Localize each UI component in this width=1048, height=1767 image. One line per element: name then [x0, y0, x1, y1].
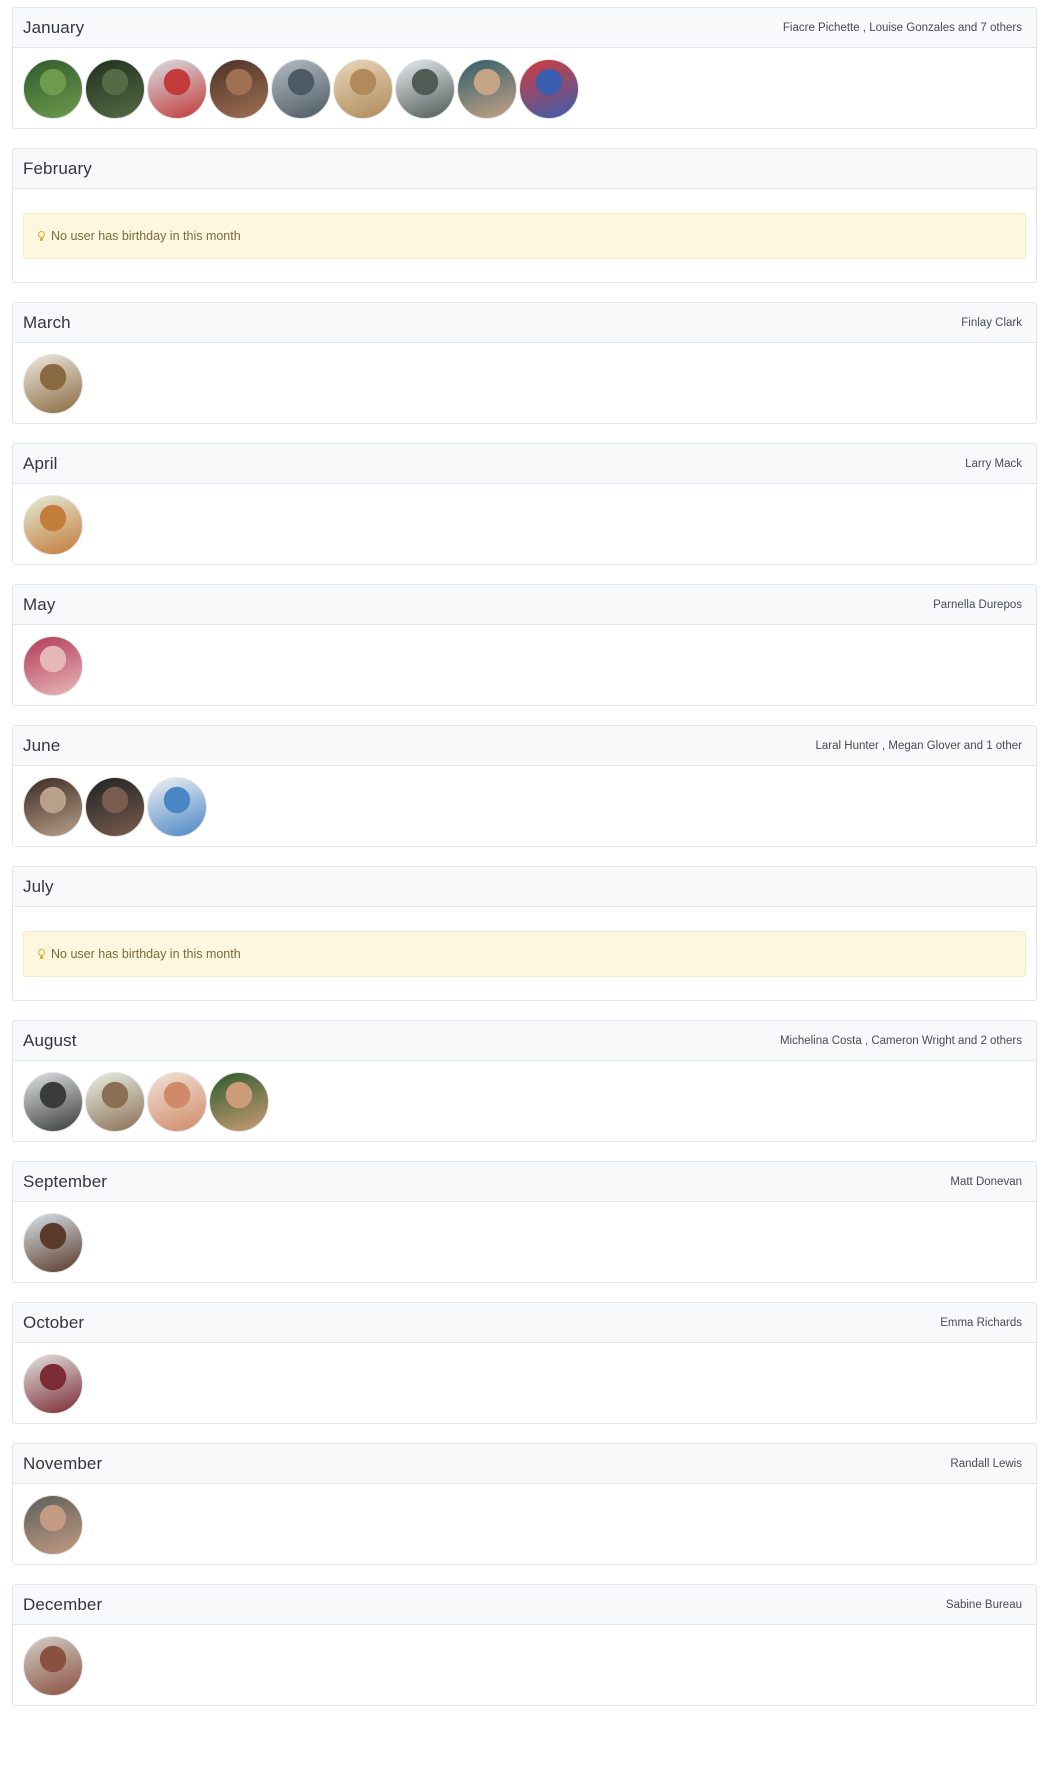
month-header: May Parnella Durepos	[13, 585, 1036, 625]
month-title: May	[23, 594, 56, 614]
month-title: April	[23, 453, 58, 473]
month-title: March	[23, 312, 71, 332]
month-header: September Matt Donevan	[13, 1162, 1036, 1202]
month-title: July	[23, 876, 54, 896]
avatar[interactable]	[209, 58, 269, 119]
month-title: August	[23, 1030, 77, 1050]
avatar[interactable]	[23, 494, 83, 555]
birthday-people-list[interactable]: Larry Mack	[965, 458, 1022, 470]
month-body	[13, 625, 1036, 705]
birthday-people-list[interactable]: Matt Donevan	[950, 1176, 1022, 1188]
alert-text: No user has birthday in this month	[51, 947, 241, 961]
month-header: June Laral Hunter , Megan Glover and 1 o…	[13, 726, 1036, 766]
month-header: February	[13, 149, 1036, 189]
month-header: July	[13, 867, 1036, 907]
month-title: October	[23, 1312, 85, 1332]
month-header: January Fiacre Pichette , Louise Gonzale…	[13, 8, 1036, 48]
month-body	[13, 1343, 1036, 1423]
month-header: November Randall Lewis	[13, 1444, 1036, 1484]
month-title: June	[23, 735, 61, 755]
month-header: August Michelina Costa , Cameron Wright …	[13, 1021, 1036, 1061]
month-header: October Emma Richards	[13, 1303, 1036, 1343]
month-body: No user has birthday in this month	[13, 189, 1036, 282]
avatar[interactable]	[23, 353, 83, 414]
month-card-january: January Fiacre Pichette , Louise Gonzale…	[12, 7, 1037, 129]
avatar[interactable]	[23, 1212, 83, 1273]
avatar[interactable]	[457, 58, 517, 119]
month-title: September	[23, 1171, 108, 1191]
avatar[interactable]	[519, 58, 579, 119]
birthday-people-list[interactable]: Parnella Durepos	[933, 599, 1022, 611]
month-body	[13, 484, 1036, 564]
month-card-august: August Michelina Costa , Cameron Wright …	[12, 1020, 1037, 1142]
avatar-list	[23, 776, 1026, 837]
avatar[interactable]	[23, 635, 83, 696]
avatar[interactable]	[147, 776, 207, 837]
avatar-list	[23, 1494, 1026, 1555]
birthday-people-list[interactable]: Randall Lewis	[950, 1458, 1022, 1470]
lightbulb-icon	[38, 230, 45, 241]
alert-text: No user has birthday in this month	[51, 229, 241, 243]
avatar-list	[23, 1353, 1026, 1414]
month-body	[13, 48, 1036, 128]
avatar-list	[23, 1635, 1026, 1696]
month-card-march: March Finlay Clark	[12, 302, 1037, 424]
birthday-people-list[interactable]: Michelina Costa , Cameron Wright and 2 o…	[780, 1035, 1022, 1047]
avatar-list	[23, 1071, 1026, 1132]
avatar[interactable]	[23, 1071, 83, 1132]
avatar[interactable]	[333, 58, 393, 119]
month-title: February	[23, 158, 92, 178]
avatar-list	[23, 494, 1026, 555]
birthday-people-list[interactable]: Sabine Bureau	[946, 1599, 1022, 1611]
month-card-december: December Sabine Bureau	[12, 1584, 1037, 1706]
avatar[interactable]	[23, 58, 83, 119]
birthday-people-list[interactable]: Laral Hunter , Megan Glover and 1 other	[816, 740, 1022, 752]
month-card-may: May Parnella Durepos	[12, 584, 1037, 706]
avatar[interactable]	[23, 1494, 83, 1555]
month-card-september: September Matt Donevan	[12, 1161, 1037, 1283]
avatar[interactable]	[85, 58, 145, 119]
month-body	[13, 1625, 1036, 1705]
avatar-list	[23, 58, 1026, 119]
avatar-list	[23, 1212, 1026, 1273]
month-title: December	[23, 1594, 103, 1614]
lightbulb-icon	[38, 948, 45, 959]
month-body: No user has birthday in this month	[13, 907, 1036, 1000]
month-card-july: July No user has birthday in this month	[12, 866, 1037, 1001]
month-body	[13, 766, 1036, 846]
birthday-people-list[interactable]: Emma Richards	[940, 1317, 1022, 1329]
birthday-calendar: January Fiacre Pichette , Louise Gonzale…	[0, 0, 1048, 1706]
month-header: April Larry Mack	[13, 444, 1036, 484]
avatar[interactable]	[395, 58, 455, 119]
birthday-people-list[interactable]: Finlay Clark	[961, 317, 1022, 329]
month-title: November	[23, 1453, 103, 1473]
month-title: January	[23, 17, 85, 37]
avatar[interactable]	[147, 1071, 207, 1132]
avatar[interactable]	[209, 1071, 269, 1132]
birthday-people-list[interactable]: Fiacre Pichette , Louise Gonzales and 7 …	[783, 22, 1022, 34]
month-header: March Finlay Clark	[13, 303, 1036, 343]
avatar-list	[23, 353, 1026, 414]
month-body	[13, 1484, 1036, 1564]
month-body	[13, 343, 1036, 423]
no-birthday-alert: No user has birthday in this month	[23, 931, 1026, 977]
month-card-february: February No user has birthday in this mo…	[12, 148, 1037, 283]
month-card-november: November Randall Lewis	[12, 1443, 1037, 1565]
month-header: December Sabine Bureau	[13, 1585, 1036, 1625]
month-body	[13, 1061, 1036, 1141]
avatar[interactable]	[23, 776, 83, 837]
month-card-april: April Larry Mack	[12, 443, 1037, 565]
avatar[interactable]	[271, 58, 331, 119]
avatar[interactable]	[85, 1071, 145, 1132]
month-card-june: June Laral Hunter , Megan Glover and 1 o…	[12, 725, 1037, 847]
avatar[interactable]	[23, 1353, 83, 1414]
avatar[interactable]	[85, 776, 145, 837]
avatar-list	[23, 635, 1026, 696]
no-birthday-alert: No user has birthday in this month	[23, 213, 1026, 259]
avatar[interactable]	[147, 58, 207, 119]
month-body	[13, 1202, 1036, 1282]
avatar[interactable]	[23, 1635, 83, 1696]
month-card-october: October Emma Richards	[12, 1302, 1037, 1424]
